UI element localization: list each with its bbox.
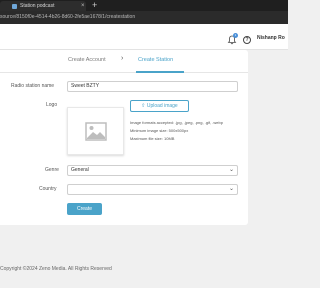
chevron-down-icon: ⌄ — [228, 186, 234, 192]
genre-label: Genre — [45, 167, 59, 173]
station-name-label: Radio station name — [11, 83, 55, 89]
app-header: 1 ? Nishanp Ro — [0, 24, 288, 50]
address-url[interactable]: source/8150f0e-4514-4b26-8d60-2fe5ae1678… — [0, 13, 240, 22]
hint-formats: Image formats accepted: .jpg, .jpeg, .pn… — [130, 120, 223, 125]
chevron-down-icon: ⌄ — [228, 167, 234, 173]
user-name[interactable]: Nishanp Ro — [257, 34, 285, 42]
active-step-indicator — [136, 71, 184, 73]
country-label: Country — [39, 186, 57, 192]
create-button[interactable]: Create — [67, 203, 102, 215]
upload-image-button[interactable]: ⇧ Upload image — [130, 100, 189, 112]
logo-preview[interactable] — [67, 107, 124, 155]
genre-select[interactable]: General ⌄ — [67, 165, 238, 176]
new-tab-icon[interactable]: + — [92, 0, 97, 11]
stepper: Create Account › Create Station — [0, 55, 248, 73]
upload-label: Upload image — [146, 103, 178, 109]
create-station-card: Create Account › Create Station Radio st… — [0, 50, 248, 225]
help-icon[interactable]: ? — [243, 36, 251, 44]
hint-min-size: Minimum image size: 500x500px — [130, 128, 189, 133]
footer-copyright: Copyright ©2024 Zeno Media. All Rights R… — [0, 266, 112, 272]
step-create-account[interactable]: Create Account — [68, 57, 106, 63]
genre-value: General — [71, 167, 89, 173]
step-create-station[interactable]: Create Station — [138, 57, 173, 63]
favicon-icon — [12, 4, 17, 9]
browser-tab[interactable]: Station podcast × — [0, 1, 86, 11]
address-bar[interactable]: source/8150f0e-4514-4b26-8d60-2fe5ae1678… — [0, 11, 288, 24]
station-name-input[interactable]: Sweet BZTY — [67, 81, 238, 92]
tab-title: Station podcast — [20, 3, 55, 9]
chevron-right-icon: › — [121, 55, 124, 62]
image-placeholder-icon — [85, 122, 107, 141]
browser-tabstrip: Station podcast × + — [0, 0, 288, 11]
country-select[interactable]: ⌄ — [67, 184, 238, 195]
stepper-divider — [0, 72, 248, 73]
tab-close-icon[interactable]: × — [81, 2, 85, 10]
logo-label: Logo — [46, 102, 58, 108]
notification-badge: 1 — [233, 33, 238, 38]
hint-max-file: Maximum file size: 10MB — [130, 136, 175, 141]
